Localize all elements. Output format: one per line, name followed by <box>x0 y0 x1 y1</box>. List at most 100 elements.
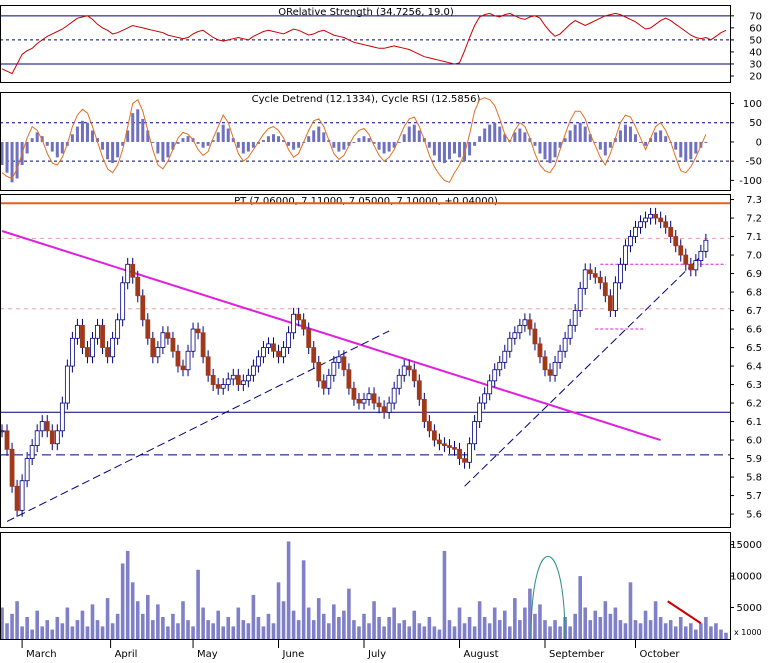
cycle-detrend-bar <box>111 141 115 164</box>
price-candle-body <box>240 380 246 385</box>
price-candle-body <box>487 380 493 395</box>
cycle-detrend-bar <box>568 130 572 142</box>
price-candle-body <box>49 430 55 445</box>
price-candle-body <box>472 421 478 445</box>
cycle-detrend-bar <box>186 136 190 142</box>
volume-bar <box>402 620 407 639</box>
cycle-detrend-bar <box>553 141 557 158</box>
price-candle-body <box>623 245 628 265</box>
volume-bar <box>115 613 120 639</box>
price-candle-body <box>633 226 638 237</box>
volume-bar <box>457 607 462 639</box>
cycle-detrend-bar <box>337 141 341 152</box>
volume-tick-label: 15000 <box>730 540 762 551</box>
rsi-tick-label: 40 <box>749 47 762 58</box>
price-candle-body <box>115 319 121 339</box>
volume-bar <box>513 598 517 639</box>
cycle-detrend-bar <box>322 132 326 142</box>
cycle-detrend-bar <box>432 141 436 156</box>
price-candle-body <box>567 324 573 339</box>
volume-bar <box>316 598 321 639</box>
volume-bar <box>508 626 512 639</box>
cycle-detrend-bar <box>292 141 296 150</box>
price-candle-body <box>296 313 302 321</box>
cycle-detrend-bar <box>437 141 441 162</box>
volume-bar <box>130 582 135 639</box>
price-candle-body <box>648 213 653 219</box>
cycle-detrend-bar <box>181 138 185 142</box>
cycle-detrend-bar <box>156 141 160 154</box>
price-candle-body <box>39 421 45 432</box>
volume-bar <box>125 550 130 639</box>
cycle-tick-label: 0 <box>756 137 762 148</box>
cycle-detrend-bar <box>523 132 527 142</box>
cycle-detrend-bar <box>397 141 401 143</box>
price-candle-body <box>336 356 342 363</box>
volume-bar <box>191 626 195 639</box>
volume-bar <box>618 620 623 639</box>
price-candle-body <box>69 337 75 367</box>
price-candle-body <box>512 332 518 339</box>
price-tick-label: 5.6 <box>746 510 762 521</box>
price-candle-body <box>321 380 327 389</box>
cycle-detrend-bar <box>287 141 291 146</box>
cycle-detrend-bar <box>312 130 316 142</box>
cycle-detrend-bar <box>196 141 200 144</box>
price-candle-body <box>381 406 387 413</box>
volume-bar <box>75 620 80 639</box>
cycle-detrend-bar <box>277 136 281 142</box>
price-candle-body <box>180 365 186 371</box>
price-candle-body <box>140 295 146 321</box>
volume-bar <box>417 623 422 639</box>
rsi-tick-label: 50 <box>749 35 762 46</box>
volume-bar <box>296 620 301 639</box>
cycle-detrend-bar <box>201 141 205 148</box>
price-candle-body <box>160 332 166 348</box>
cycle-detrend-bar <box>483 128 487 142</box>
volume-bar <box>70 626 75 639</box>
volume-bar <box>65 607 70 639</box>
volume-bar <box>492 607 497 639</box>
volume-bar <box>35 610 39 639</box>
price-candle-body <box>120 282 126 321</box>
volume-bar <box>603 601 608 639</box>
volume-bar <box>538 604 542 639</box>
chart-area: ORelative Strength (34.7256, 19.0) 70 60 5… <box>0 0 773 660</box>
volume-bar <box>151 620 155 639</box>
price-candle-body <box>698 250 704 262</box>
price-candle-body <box>286 332 291 348</box>
volume-bar <box>658 616 663 639</box>
chart-svg: ORelative Strength (34.7256, 19.0) 70605… <box>0 0 773 660</box>
cycle-detrend-bar <box>478 136 482 142</box>
cycle-detrend-bar <box>221 124 225 142</box>
price-candle-body <box>215 384 221 389</box>
volume-bar <box>638 623 643 639</box>
cycle-tick-label: 50 <box>749 118 762 129</box>
cycle-detrend-bar <box>453 141 456 154</box>
volume-bar <box>40 626 45 639</box>
volume-bar <box>628 582 633 639</box>
volume-bar <box>55 616 60 639</box>
cycle-detrend-bar <box>101 141 105 150</box>
volume-bar <box>100 626 105 639</box>
volume-bar <box>643 610 648 639</box>
price-candle-body <box>75 324 80 339</box>
cycle-detrend-bar <box>166 141 170 158</box>
volume-bar <box>80 610 85 639</box>
cycle-detrend-bar <box>639 141 643 143</box>
volume-bar <box>613 607 618 639</box>
cycle-detrend-bar <box>261 140 265 142</box>
volume-bar <box>347 588 351 639</box>
cycle-detrend-bar <box>704 141 708 143</box>
volume-bar <box>236 607 241 639</box>
volume-bar <box>472 626 477 639</box>
month-label: May <box>197 649 218 659</box>
price-candle-body <box>80 324 85 348</box>
volume-tick-label: 5000 <box>737 603 762 614</box>
cycle-detrend-bar <box>80 120 84 142</box>
volume-bar <box>271 623 276 639</box>
volume-bar <box>442 550 447 639</box>
price-tick-label: 6.8 <box>746 288 762 299</box>
cycle-detrend-bar <box>659 130 663 142</box>
volume-bar <box>502 610 507 639</box>
